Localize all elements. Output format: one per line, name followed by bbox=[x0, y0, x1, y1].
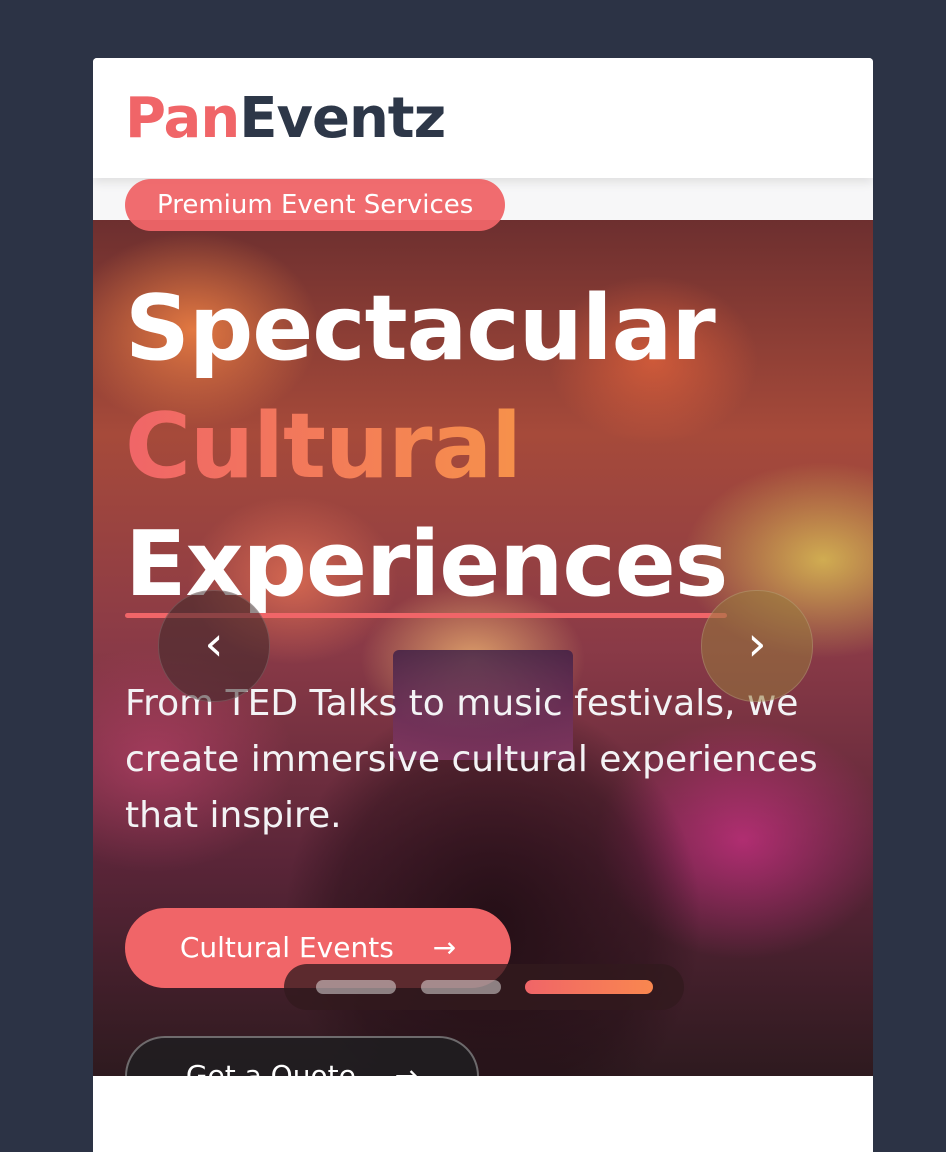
cultural-events-label: Cultural Events bbox=[179, 931, 394, 964]
carousel-next-button[interactable]: › bbox=[701, 590, 813, 702]
chevron-left-icon: ‹ bbox=[204, 616, 224, 672]
hero-description: From TED Talks to music festivals, we cr… bbox=[125, 683, 818, 836]
carousel-indicators bbox=[284, 964, 684, 1010]
carousel-dot-1[interactable] bbox=[316, 980, 396, 994]
logo-part-pan: Pan bbox=[125, 86, 240, 151]
headline-line-1: Spectacular bbox=[125, 276, 716, 381]
carousel-dot-3-active[interactable] bbox=[525, 980, 653, 994]
carousel-prev-button[interactable]: ‹ bbox=[158, 590, 270, 702]
brand-logo[interactable]: PanEventz bbox=[125, 84, 446, 154]
arrow-right-icon: → bbox=[432, 931, 457, 964]
hero-headline: Spectacular Cultural Experiences bbox=[125, 270, 728, 624]
carousel-dot-2[interactable] bbox=[421, 980, 501, 994]
site-header: PanEventz bbox=[93, 58, 873, 178]
chevron-right-icon: › bbox=[747, 616, 767, 672]
headline-line-2-accent: Cultural bbox=[125, 388, 727, 506]
below-hero-section bbox=[93, 1076, 873, 1152]
hero-badge: Premium Event Services bbox=[125, 179, 506, 231]
logo-part-eventz: Eventz bbox=[239, 86, 446, 151]
app-frame: PanEventz Premium Event Services Spectac… bbox=[93, 58, 873, 1152]
